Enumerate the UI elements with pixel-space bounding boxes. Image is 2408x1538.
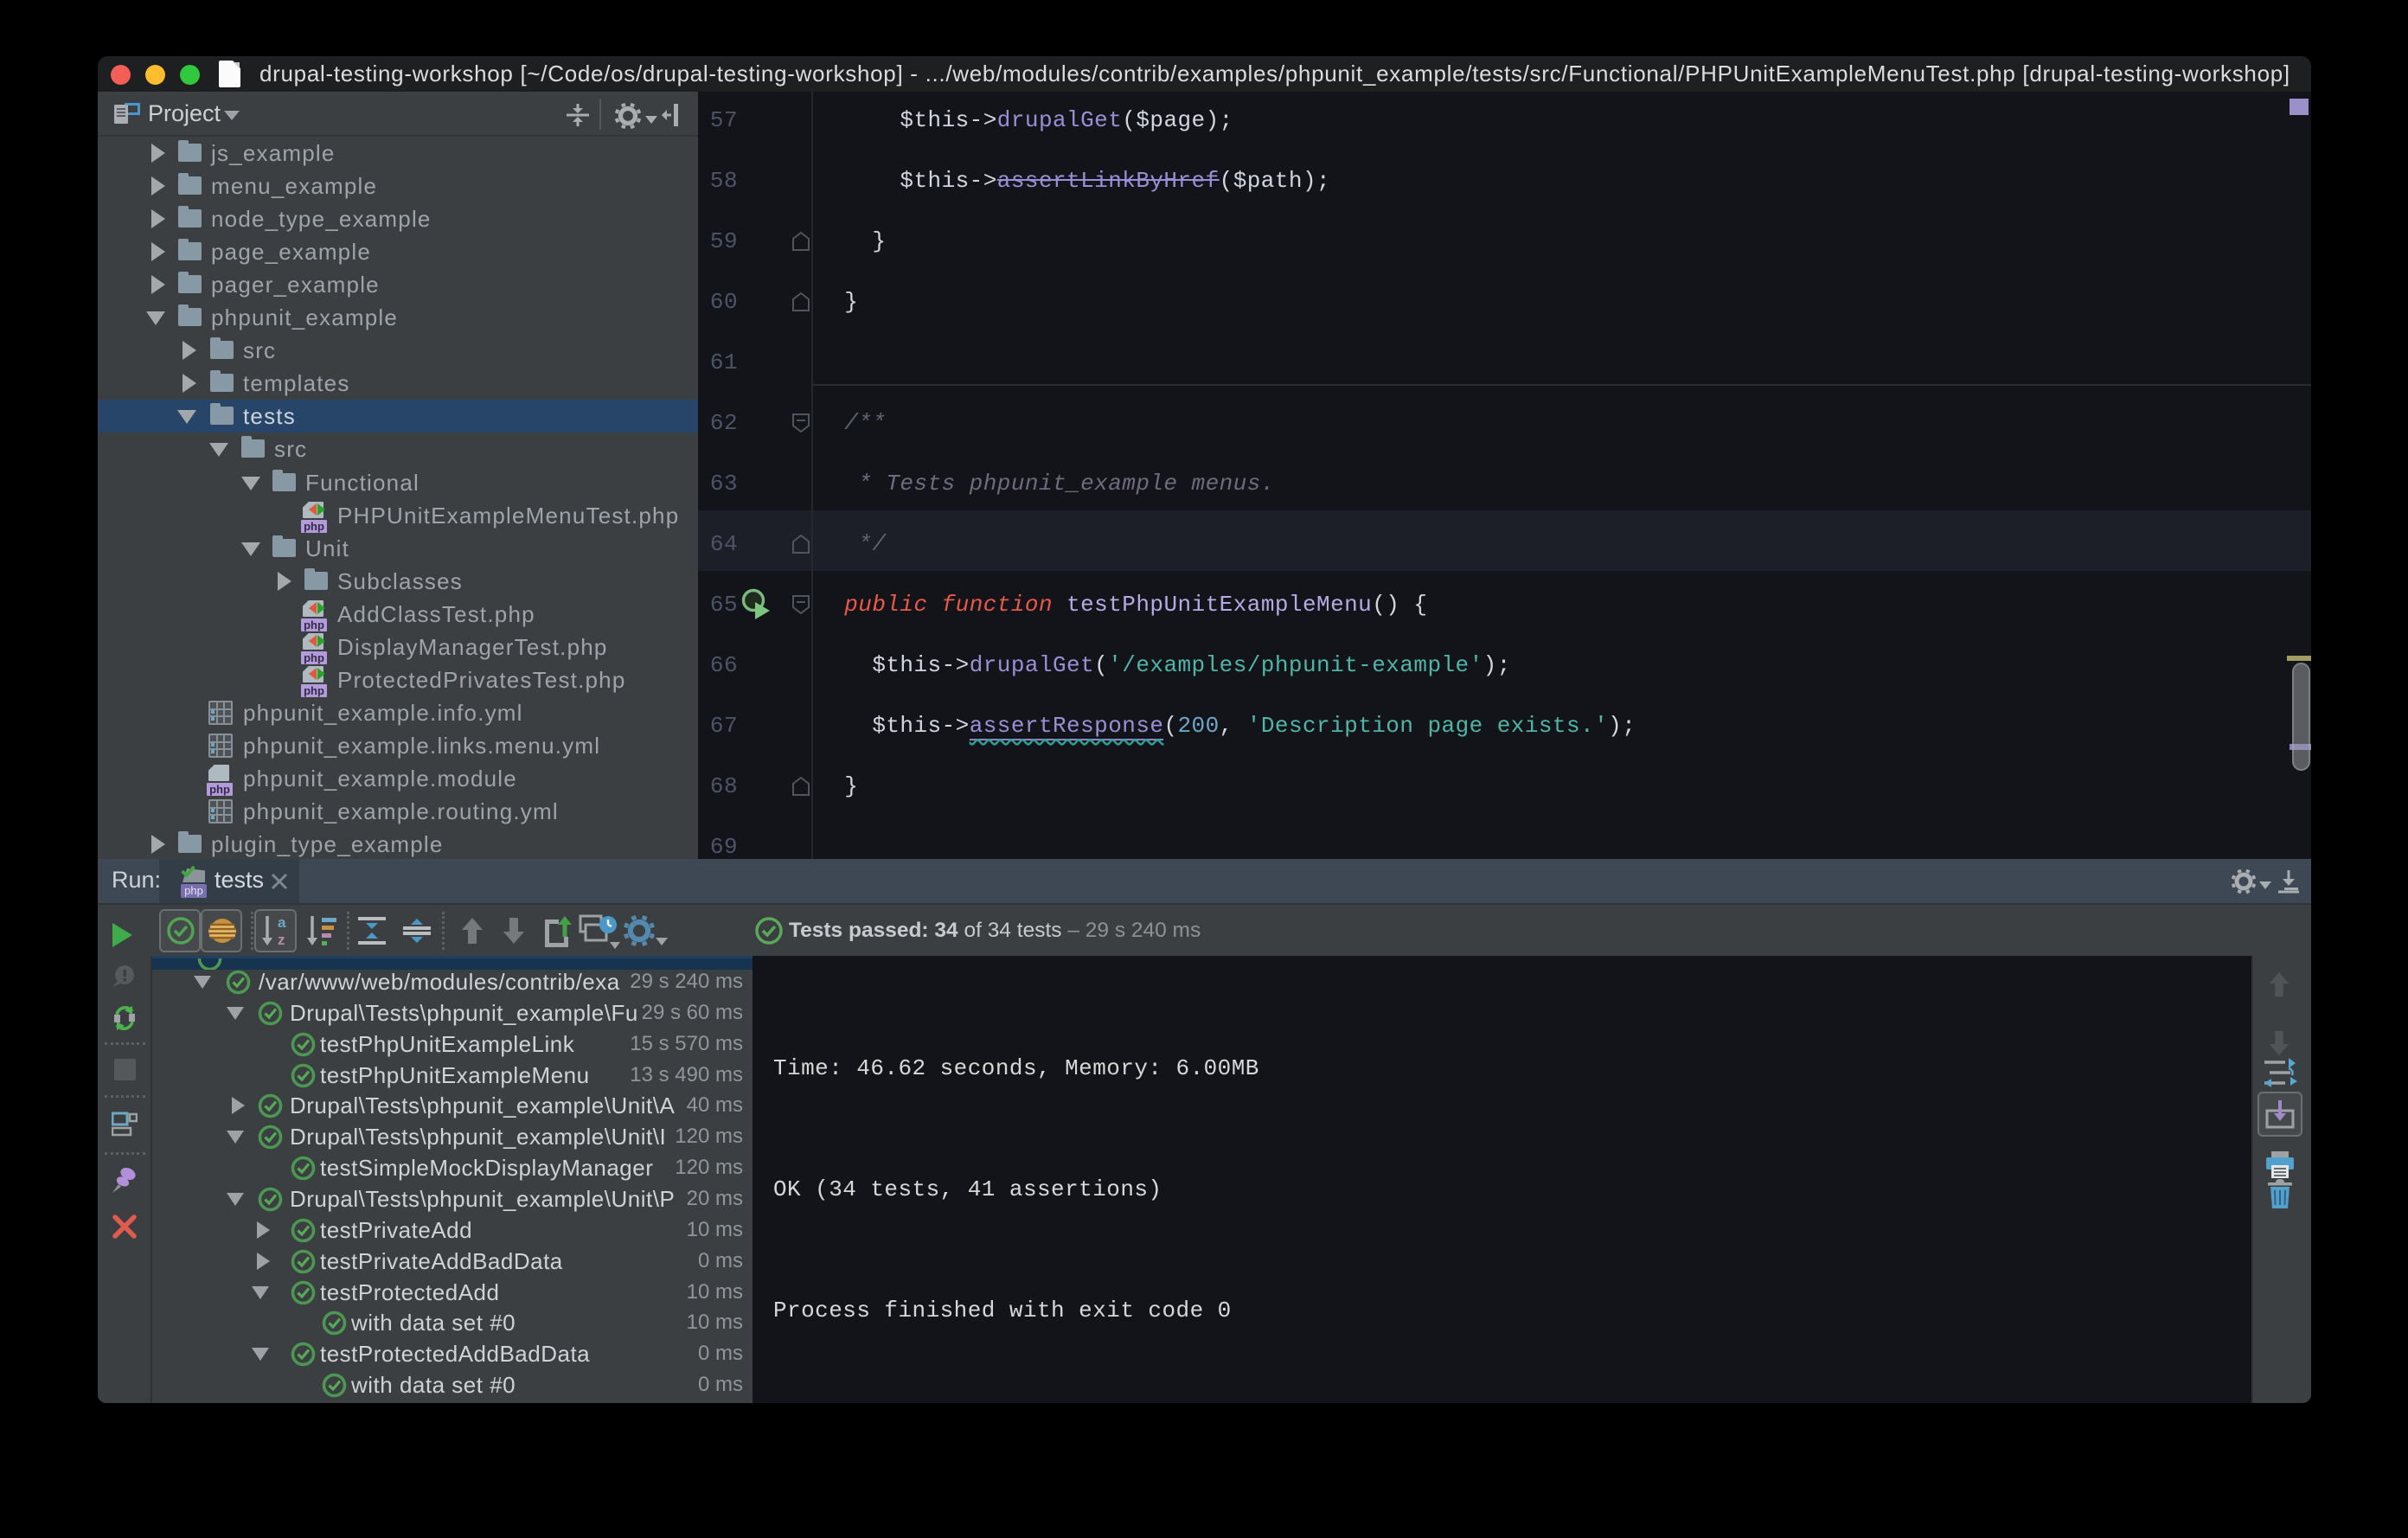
svg-text:z: z — [278, 932, 285, 947]
svg-text:a: a — [278, 914, 286, 931]
